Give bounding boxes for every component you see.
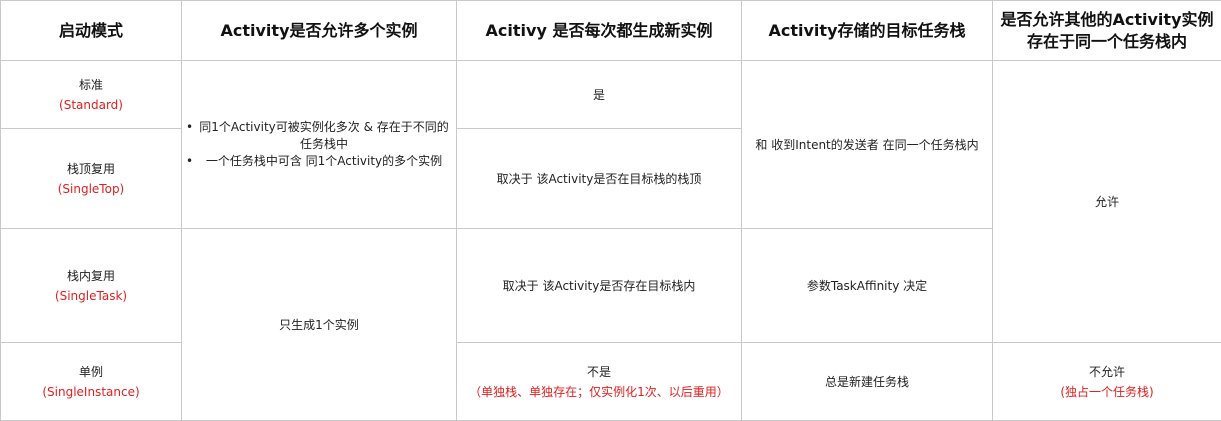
- new-each-time-singletop: 取决于 该Activity是否在目标栈的栈顶: [457, 129, 742, 229]
- new-each-time-singleinstance-note: （单独栈、单独存在；仅实例化1次、以后重用）: [461, 382, 737, 402]
- new-each-time-singleinstance-value: 不是: [461, 362, 737, 382]
- mode-singleinstance-en: (SingleInstance): [5, 382, 177, 402]
- others-in-stack-singleinstance-note: (独占一个任务栈): [997, 382, 1217, 402]
- new-each-time-singletask: 取决于 该Activity是否存在目标栈内: [457, 229, 742, 343]
- header-others-line1: 是否允许其他的Activity实例: [997, 9, 1217, 31]
- row-standard: 标准 (Standard) 同1个Activity可被实例化多次 & 存在于不同…: [1, 61, 1221, 129]
- mode-singletop-name: 栈顶复用: [5, 159, 177, 179]
- header-multi-instance: Activity是否允许多个实例: [182, 1, 457, 61]
- mode-singletask-en: (SingleTask): [5, 286, 177, 306]
- new-each-time-standard: 是: [457, 61, 742, 129]
- single-instance-only: 只生成1个实例: [182, 229, 457, 421]
- mode-singletask: 栈内复用 (SingleTask): [1, 229, 182, 343]
- header-others-in-stack: 是否允许其他的Activity实例 存在于同一个任务栈内: [993, 1, 1221, 61]
- mode-singletask-name: 栈内复用: [5, 266, 177, 286]
- header-mode: 启动模式: [1, 1, 182, 61]
- mode-singleinstance-name: 单例: [5, 362, 177, 382]
- others-in-stack-singleinstance-value: 不允许: [997, 362, 1217, 382]
- header-row: 启动模式 Activity是否允许多个实例 Acitivy 是否每次都生成新实例…: [1, 1, 1221, 61]
- multi-instance-bullet-1: 同1个Activity可被实例化多次 & 存在于不同的任务栈中: [186, 119, 452, 153]
- multi-instance-bullet-2: 一个任务栈中可含 同1个Activity的多个实例: [186, 153, 452, 170]
- multi-instance-allowed: 同1个Activity可被实例化多次 & 存在于不同的任务栈中 一个任务栈中可含…: [182, 61, 457, 229]
- header-others-line2: 存在于同一个任务栈内: [997, 31, 1217, 53]
- mode-standard-en: (Standard): [5, 95, 177, 115]
- launch-mode-table: 启动模式 Activity是否允许多个实例 Acitivy 是否每次都生成新实例…: [0, 0, 1221, 421]
- target-stack-singletask: 参数TaskAffinity 决定: [742, 229, 993, 343]
- new-each-time-singleinstance: 不是 （单独栈、单独存在；仅实例化1次、以后重用）: [457, 343, 742, 421]
- mode-singleinstance: 单例 (SingleInstance): [1, 343, 182, 421]
- target-stack-standard-top: 和 收到Intent的发送者 在同一个任务栈内: [742, 61, 993, 229]
- mode-singletop-en: (SingleTop): [5, 179, 177, 199]
- header-target-stack: Activity存储的目标任务栈: [742, 1, 993, 61]
- launch-mode-comparison: 启动模式 Activity是否允许多个实例 Acitivy 是否每次都生成新实例…: [0, 0, 1221, 420]
- header-new-each-time: Acitivy 是否每次都生成新实例: [457, 1, 742, 61]
- target-stack-singleinstance: 总是新建任务栈: [742, 343, 993, 421]
- mode-standard: 标准 (Standard): [1, 61, 182, 129]
- others-in-stack-allowed: 允许: [993, 61, 1221, 343]
- mode-singletop: 栈顶复用 (SingleTop): [1, 129, 182, 229]
- others-in-stack-singleinstance: 不允许 (独占一个任务栈): [993, 343, 1221, 421]
- mode-standard-name: 标准: [5, 75, 177, 95]
